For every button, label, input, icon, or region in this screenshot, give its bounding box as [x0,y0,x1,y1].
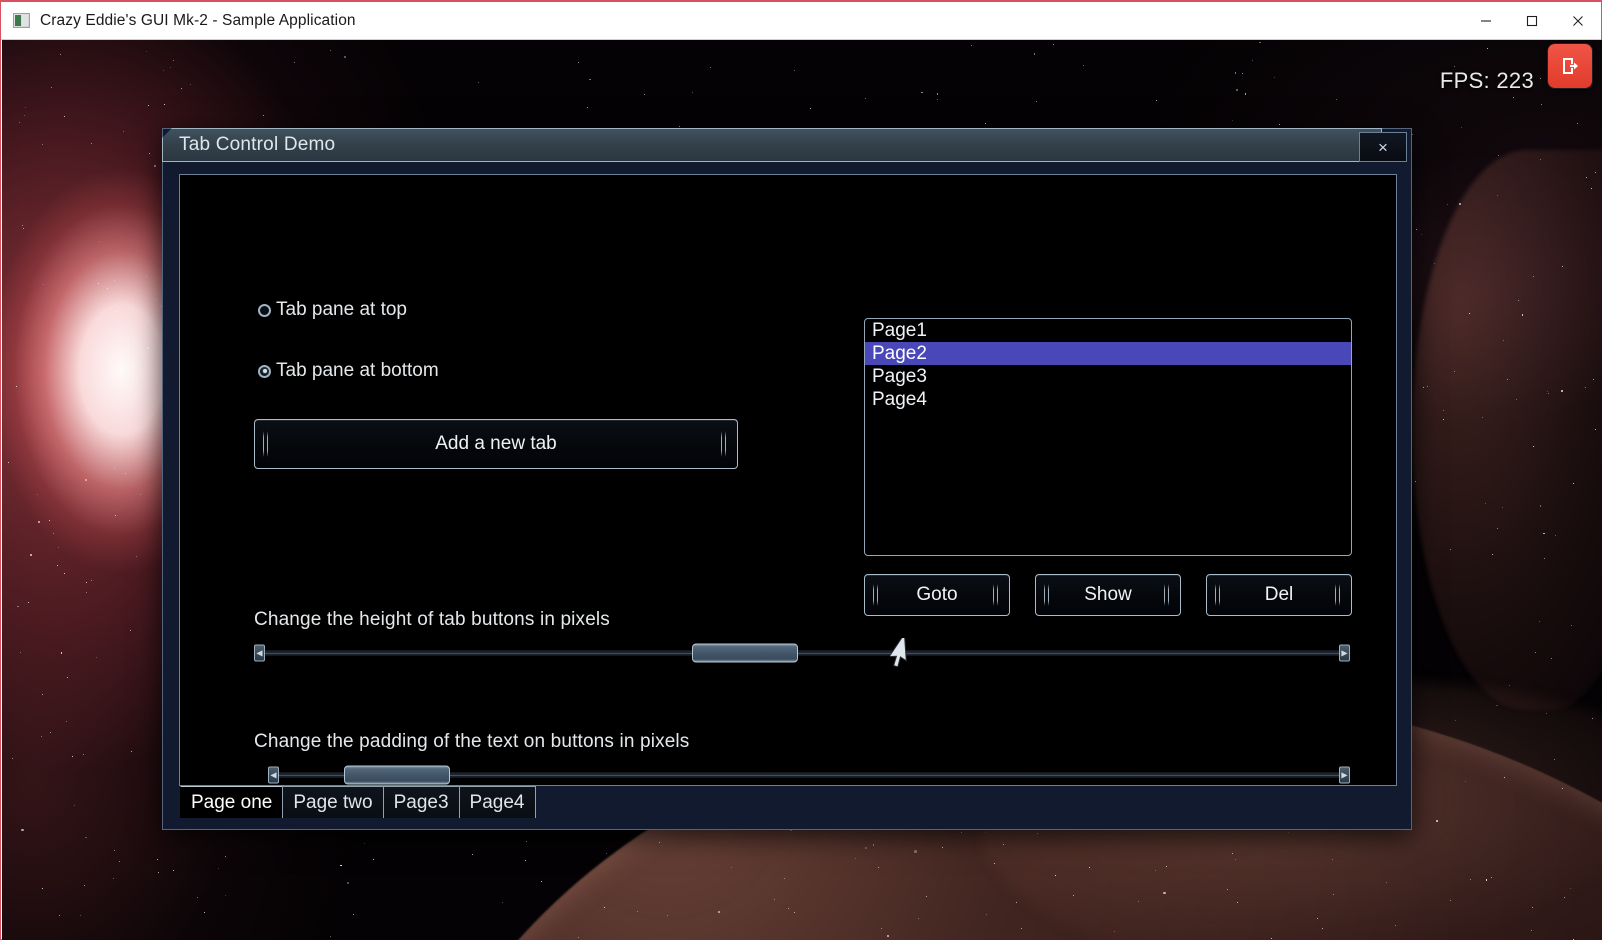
radio-tab-pane-at-top[interactable]: Tab pane at top [258,299,407,321]
button-grip-left-icon [1215,583,1223,606]
button-grip-left-icon [263,431,271,457]
app-window-icon [13,13,30,28]
button-grip-left-icon [1044,583,1052,606]
slider-decrement-icon[interactable]: ◀ [268,766,279,784]
slider-track[interactable] [254,650,1350,656]
window-title: Crazy Eddie's GUI Mk-2 - Sample Applicat… [40,11,356,29]
tab-page4[interactable]: Page4 [458,786,536,818]
show-button[interactable]: Show [1035,574,1181,616]
button-grip-right-icon [1335,583,1343,606]
add-new-tab-label: Add a new tab [435,433,557,454]
tab-page-two[interactable]: Page two [282,786,384,818]
button-grip-left-icon [873,583,881,606]
show-button-label: Show [1084,584,1132,605]
exit-arrow-icon[interactable] [1548,44,1592,88]
goto-button[interactable]: Goto [864,574,1010,616]
radio-label-top: Tab pane at top [276,299,407,320]
radio-label-bottom: Tab pane at bottom [276,360,439,381]
minimize-button[interactable] [1463,2,1509,40]
slider-increment-icon[interactable]: ▶ [1339,766,1350,784]
tab-page3[interactable]: Page3 [382,786,460,818]
window-controls [1463,2,1601,40]
dialog-close-button[interactable]: × [1359,132,1407,162]
application-window: Crazy Eddie's GUI Mk-2 - Sample Applicat… [0,0,1602,940]
tab-height-slider-label: Change the height of tab buttons in pixe… [254,609,610,630]
dialog-title: Tab Control Demo [179,134,336,155]
slider-decrement-icon[interactable]: ◀ [254,644,265,662]
mouse-cursor [888,632,924,672]
button-grip-right-icon [721,431,729,457]
del-button-label: Del [1264,584,1294,605]
add-new-tab-button[interactable]: Add a new tab [254,419,738,469]
slider-thumb[interactable] [343,765,450,785]
text-padding-slider-label: Change the padding of the text on button… [254,731,690,752]
dialog-titlebar[interactable]: Tab Control Demo [162,128,1382,162]
tab-height-slider[interactable]: ◀ ▶ [254,643,1350,663]
list-item[interactable]: Page1 [865,319,1351,342]
page-listbox[interactable]: Page1 Page2 Page3 Page4 [864,318,1352,556]
button-grip-right-icon [1164,583,1172,606]
radio-tab-pane-at-bottom[interactable]: Tab pane at bottom [258,360,439,382]
slider-thumb[interactable] [692,643,799,663]
slider-increment-icon[interactable]: ▶ [1339,644,1350,662]
goto-button-label: Goto [916,584,958,605]
close-button[interactable] [1555,2,1601,40]
maximize-button[interactable] [1509,2,1555,40]
tab-bar: Page one Page two Page3 Page4 [180,784,536,818]
dialog-body: Tab pane at top Tab pane at bottom Add a… [179,174,1397,818]
render-viewport[interactable]: FPS: 223 Tab Control Demo × Tab pane at … [2,40,1602,940]
fps-counter: FPS: 223 [1439,68,1534,93]
button-grip-right-icon [993,583,1001,606]
tab-control-demo-dialog[interactable]: Tab Control Demo × Tab pane at top Tab p… [162,128,1412,830]
list-item[interactable]: Page4 [865,388,1351,411]
radio-indicator-top [258,303,271,317]
list-item[interactable]: Page3 [865,365,1351,388]
del-button[interactable]: Del [1206,574,1352,616]
radio-indicator-bottom [258,364,271,378]
list-item[interactable]: Page2 [865,342,1351,365]
text-padding-slider[interactable]: ◀ ▶ [268,765,1350,785]
window-titlebar: Crazy Eddie's GUI Mk-2 - Sample Applicat… [1,2,1601,40]
tab-page-one[interactable]: Page one [180,786,284,818]
